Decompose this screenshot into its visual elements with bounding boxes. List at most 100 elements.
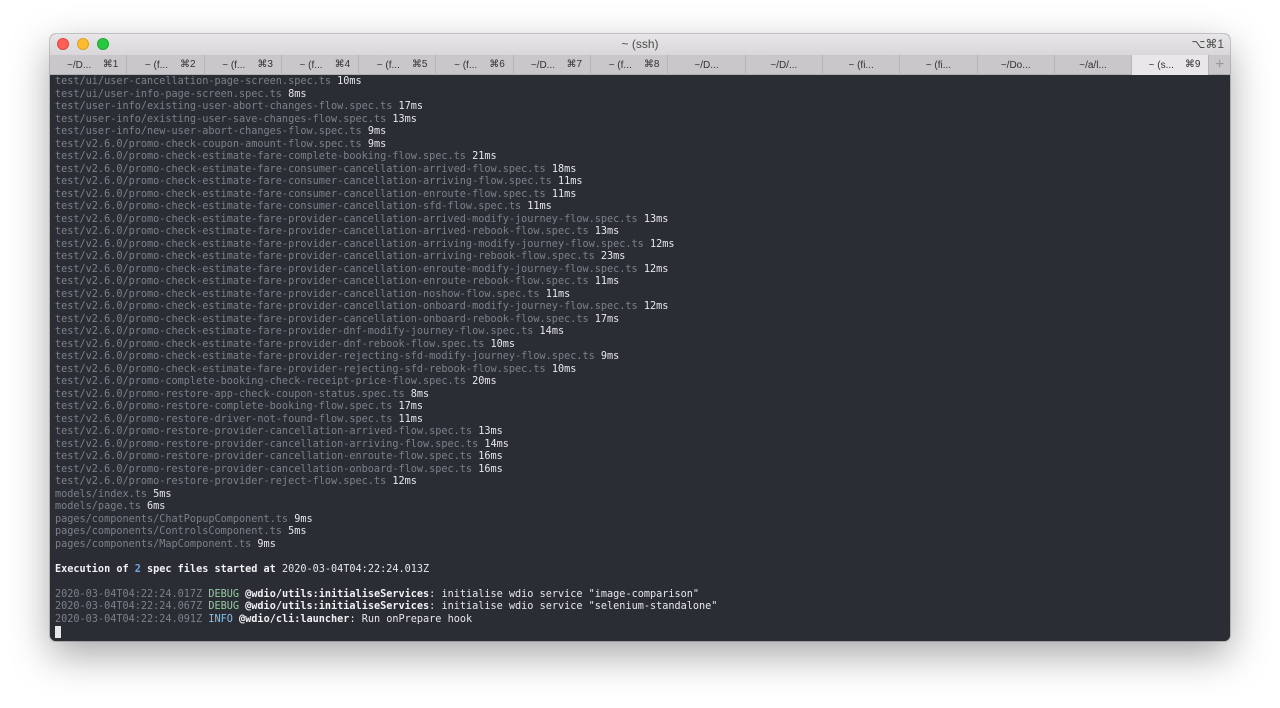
file-line: test/v2.6.0/promo-check-estimate-fare-pr… <box>55 251 1230 264</box>
file-path: test/v2.6.0/promo-restore-complete-booki… <box>55 401 393 412</box>
file-line: test/v2.6.0/promo-check-estimate-fare-pr… <box>55 326 1230 339</box>
file-time: 10ms <box>337 76 362 87</box>
tab-6[interactable]: ~ (f... ⌘6 <box>436 55 514 75</box>
file-path: test/v2.6.0/promo-restore-provider-cance… <box>55 463 473 475</box>
window-shortcut: ⌥⌘1 <box>1191 37 1224 51</box>
file-line: test/v2.6.0/promo-restore-provider-rejec… <box>55 476 1230 489</box>
file-path: test/v2.6.0/promo-check-estimate-fare-pr… <box>55 263 638 275</box>
file-time: 17ms <box>594 313 620 325</box>
tab-shortcut: ⌘4 <box>334 59 351 70</box>
tab-10[interactable]: ~/D/... <box>746 55 823 75</box>
file-line: test/ui/user-cancellation-page-screen.sp… <box>55 76 1230 89</box>
file-time: 13ms <box>643 213 669 225</box>
file-path: test/v2.6.0/promo-check-coupon-amount-fl… <box>55 138 362 150</box>
tab-15[interactable]: ~ (s... ⌘9 <box>1132 55 1210 75</box>
file-time: 13ms <box>594 226 620 237</box>
file-line: test/user-info/new-user-abort-changes-fl… <box>55 126 1230 139</box>
file-path: test/v2.6.0/promo-check-estimate-fare-pr… <box>55 363 546 375</box>
tab-13[interactable]: ~/Do... <box>978 55 1055 75</box>
file-time: 9ms <box>257 538 276 550</box>
file-time: 13ms <box>392 113 417 125</box>
file-path: test/v2.6.0/promo-restore-provider-cance… <box>55 451 473 462</box>
tab-4[interactable]: ~ (f... ⌘4 <box>282 55 360 75</box>
tab-9[interactable]: ~/D... <box>668 55 746 75</box>
file-path: test/v2.6.0/promo-check-estimate-fare-pr… <box>55 313 589 325</box>
tab-shortcut: ⌘9 <box>1184 59 1201 70</box>
tab-8[interactable]: ~ (f... ⌘8 <box>591 55 669 75</box>
file-line: test/v2.6.0/promo-check-coupon-amount-fl… <box>55 139 1230 152</box>
file-time: 12ms <box>643 301 669 312</box>
file-time: 12ms <box>643 263 669 275</box>
log-message: : Run onPrepare hook <box>349 613 473 625</box>
tab-5[interactable]: ~ (f... ⌘5 <box>359 55 437 75</box>
log-line: 2020-03-04T04:22:24.067Z DEBUG @wdio/uti… <box>55 601 1230 614</box>
log-timestamp: 2020-03-04T04:22:24.091Z <box>55 613 203 625</box>
tab-label: ~ (f... <box>144 59 168 71</box>
file-line: test/v2.6.0/promo-check-estimate-fare-pr… <box>55 339 1230 352</box>
tab-11[interactable]: ~ (fi... <box>823 55 901 75</box>
log-source: @wdio/cli:launcher <box>239 613 350 625</box>
file-path: models/page.ts <box>55 501 141 512</box>
file-path: test/ui/user-cancellation-page-screen.sp… <box>55 76 332 87</box>
file-time: 11ms <box>551 188 577 200</box>
file-path: test/user-info/new-user-abort-changes-fl… <box>55 126 362 137</box>
file-line: test/v2.6.0/promo-check-estimate-fare-pr… <box>55 301 1230 314</box>
file-line: test/v2.6.0/promo-restore-provider-cance… <box>55 439 1230 452</box>
file-path: test/v2.6.0/promo-restore-provider-cance… <box>55 426 473 437</box>
log-timestamp: 2020-03-04T04:22:24.067Z <box>55 601 203 612</box>
file-path: test/v2.6.0/promo-check-estimate-fare-co… <box>55 188 546 200</box>
window-title: ~ (ssh) <box>621 37 659 51</box>
log-message: : initialise wdio service "image-compari… <box>429 588 700 600</box>
file-line: test/v2.6.0/promo-restore-provider-cance… <box>55 426 1230 439</box>
tab-bar: ~/D... ⌘1 ~ (f... ⌘2 ~ (f... ⌘3 ~ (f... ⌘4 ~ (f.… <box>50 55 1230 75</box>
file-line: test/ui/user-info-page-screen.spec.ts 8m… <box>55 89 1230 102</box>
file-path: test/v2.6.0/promo-check-estimate-fare-pr… <box>55 276 589 287</box>
file-path: test/v2.6.0/promo-restore-driver-not-fou… <box>55 413 393 425</box>
prompt-line <box>55 626 1230 639</box>
file-path: test/v2.6.0/promo-check-estimate-fare-co… <box>55 176 552 187</box>
tab-label: ~/D... <box>67 59 92 71</box>
file-path: test/v2.6.0/promo-check-estimate-fare-pr… <box>55 226 589 237</box>
tab-12[interactable]: ~ (fi... <box>900 55 978 75</box>
file-path: test/v2.6.0/promo-restore-provider-cance… <box>55 438 479 450</box>
new-tab-button[interactable]: + <box>1209 55 1230 74</box>
file-path: pages/components/ControlsComponent.ts <box>55 526 282 537</box>
tab-label: ~ (f... <box>454 59 478 71</box>
tab-1[interactable]: ~/D... ⌘1 <box>50 55 128 75</box>
file-time: 20ms <box>472 376 497 387</box>
tab-shortcut: ⌘1 <box>102 59 119 70</box>
file-line: pages/components/ChatPopupComponent.ts 9… <box>55 514 1230 527</box>
file-line: test/user-info/existing-user-save-change… <box>55 114 1230 127</box>
file-time: 17ms <box>398 101 424 112</box>
file-time: 11ms <box>557 176 583 187</box>
tab-label: ~ (f... <box>376 59 400 71</box>
log-line: 2020-03-04T04:22:24.017Z DEBUG @wdio/uti… <box>55 589 1230 602</box>
tab-14[interactable]: ~/a/l... <box>1055 55 1133 75</box>
terminal-output[interactable]: test/ui/user-cancellation-page-screen.sp… <box>50 75 1230 641</box>
tab-label: ~ (fi... <box>848 59 874 71</box>
file-time: 14ms <box>484 438 509 450</box>
tab-label: ~ (fi... <box>925 59 952 71</box>
file-path: test/v2.6.0/promo-check-estimate-fare-pr… <box>55 326 534 337</box>
file-line: test/v2.6.0/promo-check-estimate-fare-co… <box>55 201 1230 214</box>
file-time: 10ms <box>551 363 577 375</box>
file-path: test/v2.6.0/promo-check-estimate-fare-pr… <box>55 301 638 312</box>
tab-2[interactable]: ~ (f... ⌘2 <box>127 55 205 75</box>
file-line: test/v2.6.0/promo-restore-driver-not-fou… <box>55 414 1230 427</box>
file-list: test/ui/user-cancellation-page-screen.sp… <box>55 76 1230 551</box>
file-line: test/v2.6.0/promo-restore-provider-cance… <box>55 464 1230 477</box>
file-time: 9ms <box>367 126 387 137</box>
tab-3[interactable]: ~ (f... ⌘3 <box>205 55 282 75</box>
file-path: test/v2.6.0/promo-check-estimate-fare-pr… <box>55 238 644 250</box>
tab-shortcut: ⌘6 <box>489 59 505 70</box>
file-time: 11ms <box>545 288 571 300</box>
tab-label: ~/D... <box>694 59 719 71</box>
tab-7[interactable]: ~/D... ⌘7 <box>514 55 592 75</box>
file-line: test/v2.6.0/promo-check-estimate-fare-pr… <box>55 276 1230 289</box>
file-time: 8ms <box>410 388 430 400</box>
file-path: pages/components/ChatPopupComponent.ts <box>55 513 289 525</box>
file-time: 14ms <box>539 326 565 337</box>
terminal-window: ~ (ssh) ⌥⌘1 ~/D... ⌘1 ~ (f... ⌘2 ~ (f... ⌘3 ~ … <box>50 34 1230 641</box>
tab-label: ~ (f... <box>222 59 246 71</box>
file-time: 17ms <box>398 401 424 412</box>
